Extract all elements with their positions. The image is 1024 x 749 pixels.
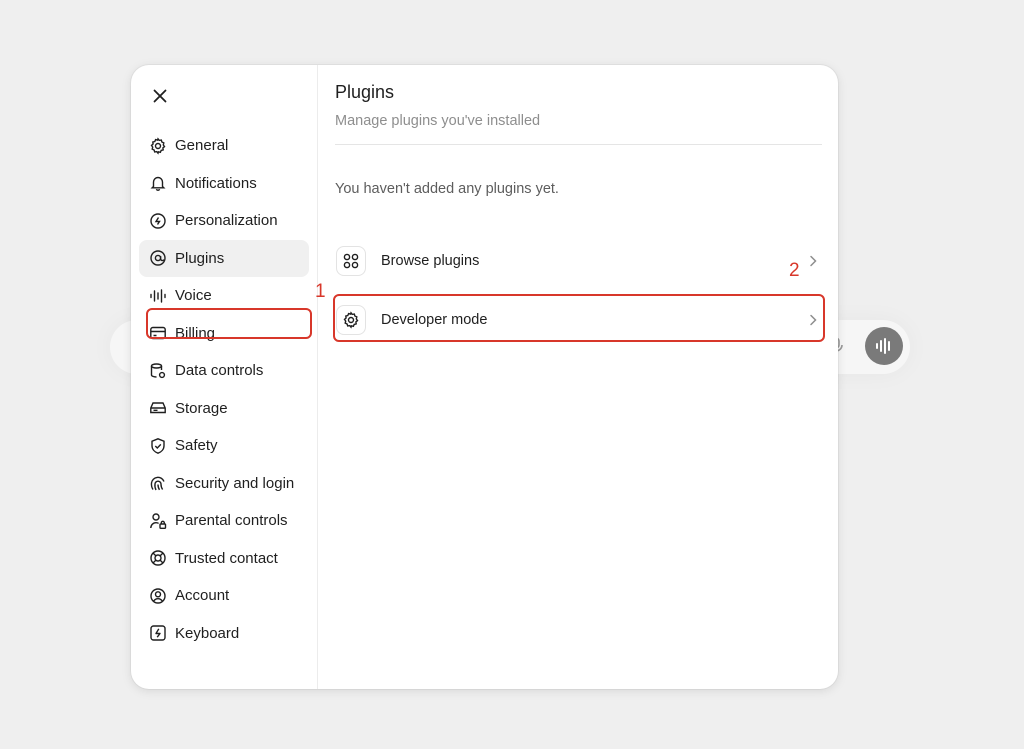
bell-icon <box>149 174 167 192</box>
sidebar-item-label: Parental controls <box>175 512 288 530</box>
credit-card-icon <box>149 324 167 342</box>
personalization-icon <box>149 212 167 230</box>
sidebar-item-billing[interactable]: Billing <box>139 315 309 353</box>
sidebar-item-parental-controls[interactable]: Parental controls <box>139 502 309 540</box>
sidebar-item-storage[interactable]: Storage <box>139 390 309 428</box>
waveform-icon <box>149 287 167 305</box>
database-gear-icon <box>149 362 167 380</box>
sidebar-item-voice[interactable]: Voice <box>139 277 309 315</box>
sidebar-item-security-and-login[interactable]: Security and login <box>139 465 309 503</box>
sidebar-item-personalization[interactable]: Personalization <box>139 202 309 240</box>
lifebuoy-icon <box>149 549 167 567</box>
sidebar-item-data-controls[interactable]: Data controls <box>139 352 309 390</box>
divider <box>335 144 822 145</box>
developer-mode-label: Developer mode <box>381 312 488 328</box>
sidebar-item-account[interactable]: Account <box>139 577 309 615</box>
shield-check-icon <box>149 437 167 455</box>
browse-plugins-label: Browse plugins <box>381 253 480 269</box>
sidebar-item-label: Storage <box>175 399 228 417</box>
sidebar-item-label: Account <box>175 587 230 605</box>
user-circle-icon <box>149 587 167 605</box>
page-subtitle: Manage plugins you've installed <box>335 113 541 129</box>
sidebar-item-label: Security and login <box>175 474 295 492</box>
fingerprint-icon <box>149 474 167 492</box>
sidebar-item-label: Notifications <box>175 174 257 192</box>
gear-icon <box>336 305 366 335</box>
empty-state-message: You haven't added any plugins yet. <box>335 181 559 197</box>
plugins-panel: Plugins Manage plugins you've installed … <box>333 65 825 689</box>
sidebar-item-keyboard[interactable]: Keyboard <box>139 615 309 653</box>
user-lock-icon <box>149 512 167 530</box>
keyboard-bolt-icon <box>149 624 167 642</box>
chevron-right-icon <box>810 314 817 326</box>
sidebar-item-trusted-contact[interactable]: Trusted contact <box>139 540 309 578</box>
sidebar-item-label: Trusted contact <box>175 549 278 567</box>
gear-icon <box>149 137 167 155</box>
annotation-marker-1: 1 <box>315 281 326 302</box>
at-sign-icon <box>149 249 167 267</box>
settings-dialog: General Notifications Personalization Pl… <box>131 65 838 689</box>
voice-mode-button <box>865 327 903 365</box>
page-title: Plugins <box>335 82 395 102</box>
sidebar-item-notifications[interactable]: Notifications <box>139 165 309 203</box>
annotation-marker-2: 2 <box>789 260 800 281</box>
close-button[interactable] <box>149 85 171 107</box>
sidebar-item-label: Plugins <box>175 249 225 267</box>
sidebar-item-label: Data controls <box>175 362 264 380</box>
developer-mode-row[interactable]: Developer mode <box>335 297 822 343</box>
sidebar-item-label: Billing <box>175 324 216 342</box>
settings-nav: General Notifications Personalization Pl… <box>139 127 326 653</box>
sidebar-item-label: Safety <box>175 437 218 455</box>
close-icon <box>153 89 167 103</box>
browse-plugins-row[interactable]: Browse plugins <box>335 238 822 284</box>
sidebar-item-safety[interactable]: Safety <box>139 427 309 465</box>
sidebar-item-label: Keyboard <box>175 624 240 642</box>
settings-sidebar: General Notifications Personalization Pl… <box>131 65 326 689</box>
storage-icon <box>149 399 167 417</box>
sidebar-item-general[interactable]: General <box>139 127 309 165</box>
sidebar-item-plugins[interactable]: Plugins <box>139 239 309 277</box>
grid-icon <box>336 246 366 276</box>
chevron-right-icon <box>810 255 817 267</box>
sidebar-item-label: Voice <box>175 287 212 305</box>
sidebar-item-label: Personalization <box>175 212 278 230</box>
sidebar-item-label: General <box>175 137 229 155</box>
